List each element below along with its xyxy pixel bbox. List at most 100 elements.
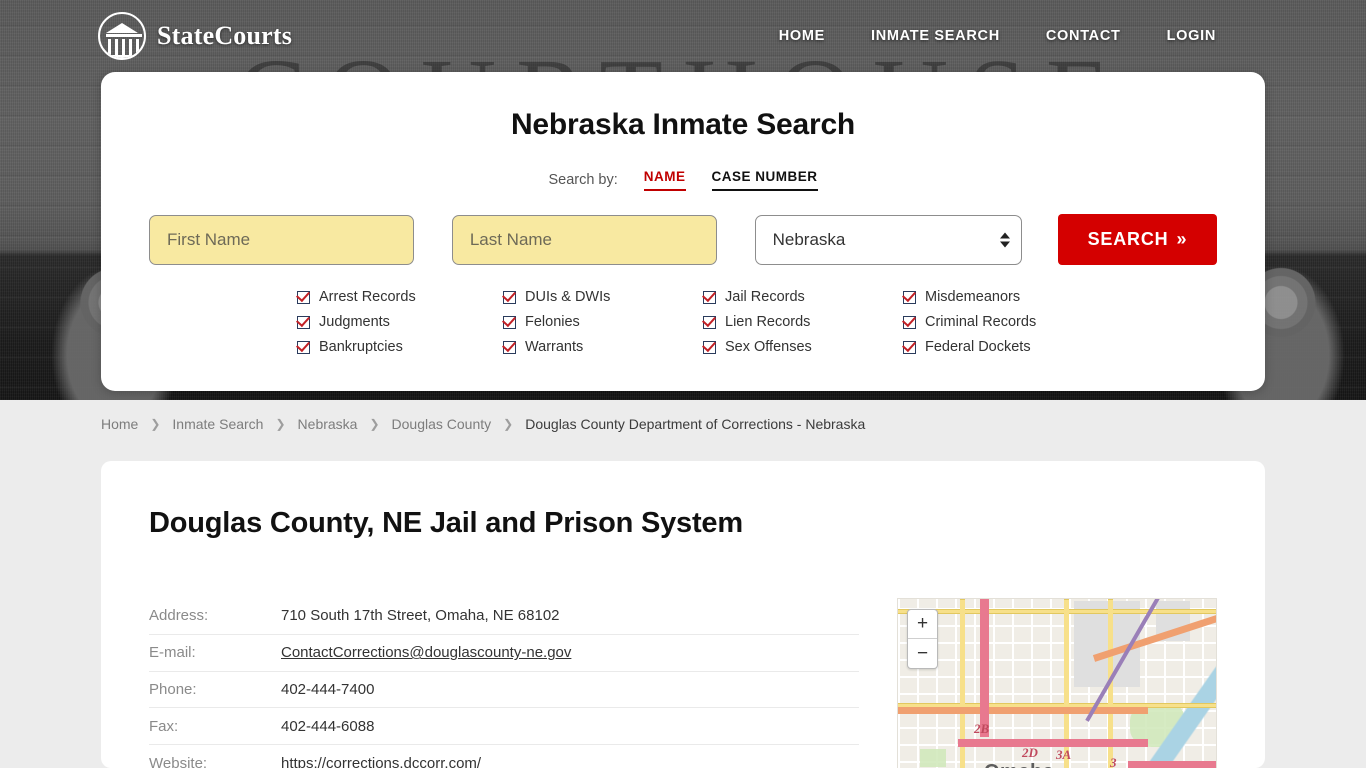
breadcrumb-bar: Home ❯ Inmate Search ❯ Nebraska ❯ Dougla… — [0, 400, 1366, 447]
nav-item-home[interactable]: HOME — [779, 28, 825, 44]
checkbox-checked-icon[interactable] — [703, 340, 716, 354]
row-label: Website: — [149, 754, 208, 768]
list-item-label: Felonies — [525, 314, 580, 330]
location-map[interactable]: 2B 2D 3A 3 4 0 Omaha + − — [897, 598, 1217, 768]
row-value: 402-444-6088 — [281, 717, 375, 735]
table-row: E-mail: ContactCorrections@douglascounty… — [149, 634, 859, 671]
row-label: Phone: — [149, 680, 197, 698]
table-row: Website: https://corrections.dccorr.com/ — [149, 744, 859, 768]
search-button[interactable]: SEARCH » — [1057, 214, 1217, 265]
list-item-label: Arrest Records — [319, 289, 416, 305]
chevron-right-icon: ❯ — [369, 416, 380, 431]
chevron-right-icon: ❯ — [503, 416, 514, 431]
checkbox-checked-icon[interactable] — [297, 315, 310, 329]
map-road-label: 2B — [974, 721, 990, 736]
list-item-label: Bankruptcies — [319, 339, 403, 355]
row-label: Address: — [149, 607, 209, 625]
list-item[interactable]: Arrest Records — [297, 289, 503, 305]
checkbox-checked-icon[interactable] — [503, 340, 516, 354]
row-value: 710 South 17th Street, Omaha, NE 68102 — [281, 607, 560, 625]
state-select-wrapper: Nebraska — [754, 214, 1022, 265]
map-road-label: 3 — [1110, 755, 1117, 768]
list-item[interactable]: Sex Offenses — [703, 339, 903, 355]
list-item[interactable]: Jail Records — [703, 289, 903, 305]
checkbox-checked-icon[interactable] — [297, 340, 310, 354]
list-item[interactable]: Felonies — [503, 314, 703, 330]
list-item-label: Jail Records — [725, 289, 805, 305]
list-item-label: Judgments — [319, 314, 390, 330]
search-form: Nebraska SEARCH » — [149, 214, 1217, 265]
main-nav: HOME INMATE SEARCH CONTACT LOGIN — [779, 28, 1216, 44]
list-item-label: Misdemeanors — [925, 289, 1021, 305]
inmate-search-card: Nebraska Inmate Search Search by: NAME C… — [101, 72, 1265, 391]
checkbox-checked-icon[interactable] — [503, 290, 516, 304]
checkbox-checked-icon[interactable] — [903, 315, 916, 329]
list-item-label: Warrants — [525, 339, 584, 355]
zoom-out-button[interactable]: − — [908, 639, 937, 668]
checkbox-checked-icon[interactable] — [703, 290, 716, 304]
website-link[interactable]: https://corrections.dccorr.com/ — [281, 755, 481, 768]
row-value: https://corrections.dccorr.com/ — [281, 745, 859, 768]
list-item[interactable]: Bankruptcies — [297, 339, 503, 355]
map-city-label: Omaha — [984, 761, 1054, 768]
row-label: E-mail: — [149, 644, 196, 662]
checkbox-checked-icon[interactable] — [903, 290, 916, 304]
email-link[interactable]: ContactCorrections@douglascounty-ne.gov — [281, 644, 571, 661]
courthouse-circle-icon — [98, 12, 146, 60]
checkbox-checked-icon[interactable] — [503, 315, 516, 329]
search-button-label: SEARCH — [1087, 229, 1169, 249]
list-item-label: Lien Records — [725, 314, 811, 330]
breadcrumb: Home ❯ Inmate Search ❯ Nebraska ❯ Dougla… — [101, 416, 865, 432]
map-tiles: 2B 2D 3A 3 4 0 Omaha — [898, 599, 1216, 768]
record-type-checkbox-grid: Arrest Records DUIs & DWIs Jail Records … — [149, 289, 1217, 355]
last-name-input[interactable] — [451, 214, 717, 265]
map-road-label: 3A — [1056, 747, 1072, 762]
zoom-in-button[interactable]: + — [908, 610, 937, 639]
list-item[interactable]: Lien Records — [703, 314, 903, 330]
list-item[interactable]: Judgments — [297, 314, 503, 330]
list-item-label: Federal Dockets — [925, 339, 1031, 355]
top-navigation-bar: StateCourts HOME INMATE SEARCH CONTACT L… — [0, 0, 1366, 72]
breadcrumb-item-douglas-county[interactable]: Douglas County — [392, 416, 492, 432]
nav-item-login[interactable]: LOGIN — [1167, 28, 1216, 44]
table-row: Fax: 402-444-6088 — [149, 707, 859, 745]
list-item[interactable]: Federal Dockets — [903, 339, 1103, 355]
list-item[interactable]: Criminal Records — [903, 314, 1103, 330]
hero-banner: COURTHOUSE StateCourts HOME INMATE SEARC… — [0, 0, 1366, 400]
nav-item-contact[interactable]: CONTACT — [1046, 28, 1121, 44]
facility-detail-card: Douglas County, NE Jail and Prison Syste… — [101, 461, 1265, 768]
checkbox-checked-icon[interactable] — [903, 340, 916, 354]
list-item[interactable]: Warrants — [503, 339, 703, 355]
search-by-row: Search by: NAME CASE NUMBER — [149, 169, 1217, 191]
list-item-label: DUIs & DWIs — [525, 289, 611, 305]
nav-item-inmate-search[interactable]: INMATE SEARCH — [871, 28, 1000, 44]
list-item[interactable]: Misdemeanors — [903, 289, 1103, 305]
brand-logo[interactable]: StateCourts — [98, 12, 292, 60]
table-row: Address: 710 South 17th Street, Omaha, N… — [149, 598, 859, 634]
map-zoom-controls: + − — [907, 609, 938, 669]
search-by-label: Search by: — [548, 172, 618, 188]
row-value: 402-444-7400 — [281, 680, 375, 698]
checkbox-checked-icon[interactable] — [297, 290, 310, 304]
brand-name: StateCourts — [157, 21, 293, 50]
search-card-title: Nebraska Inmate Search — [510, 108, 856, 141]
tab-case-number[interactable]: CASE NUMBER — [711, 169, 818, 191]
page-title: Douglas County, NE Jail and Prison Syste… — [149, 507, 743, 539]
breadcrumb-item-nebraska[interactable]: Nebraska — [298, 416, 358, 432]
double-chevron-right-icon: » — [1176, 229, 1188, 249]
breadcrumb-item-inmate-search[interactable]: Inmate Search — [172, 416, 263, 432]
first-name-input[interactable] — [149, 214, 414, 265]
chevron-right-icon: ❯ — [150, 416, 161, 431]
map-road-label: 2D — [1022, 745, 1038, 760]
breadcrumb-item-current: Douglas County Department of Corrections… — [525, 415, 866, 432]
state-select[interactable]: Nebraska — [754, 214, 1022, 265]
tab-name[interactable]: NAME — [643, 169, 686, 191]
table-row: Phone: 402-444-7400 — [149, 671, 859, 708]
list-item-label: Sex Offenses — [725, 339, 812, 355]
breadcrumb-item-home[interactable]: Home — [101, 416, 138, 432]
row-label: Fax: — [149, 717, 179, 735]
facility-info-table: Address: 710 South 17th Street, Omaha, N… — [149, 598, 859, 768]
row-value: ContactCorrections@douglascounty-ne.gov — [281, 634, 859, 671]
list-item[interactable]: DUIs & DWIs — [503, 289, 703, 305]
checkbox-checked-icon[interactable] — [703, 315, 716, 329]
